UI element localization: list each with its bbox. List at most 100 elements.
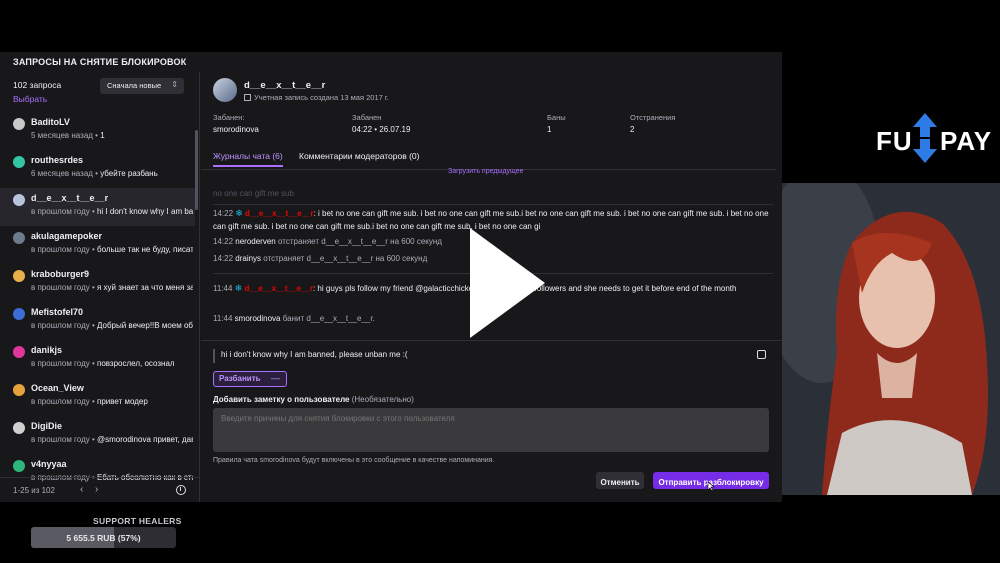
log-moderator: drainys [235,254,262,263]
list-item[interactable]: danikjs в прошлом году • повзрослел, осоз… [0,340,195,378]
list-item[interactable]: Ocean_View в прошлом году • привет модер [0,378,195,416]
goal-title: SUPPORT HEALERS [93,516,182,526]
list-item-time: 5 месяцев назад [31,131,93,140]
stat-key: Забанен [352,113,382,122]
brand-arrows-icon [913,113,937,163]
list-item-sub: в прошлом году • больше так не буду, пис… [31,245,193,254]
tab-mod-comments[interactable]: Комментарии модераторов (0) [299,151,419,161]
list-item[interactable]: kraboburger9 в прошлом году • я хуй знает… [0,264,195,302]
list-item-sub: 6 месяцев назад • убейте разбань [31,169,158,178]
list-item-name: v4nyyaa [31,459,67,469]
next-page-icon[interactable]: › [95,484,98,495]
avatar [13,460,25,472]
list-item-preview: убейте разбань [100,169,158,178]
stat-bans: Баны 1 [547,113,566,134]
list-item-time: 6 месяцев назад [31,169,93,178]
log-divider [213,204,773,205]
brand-right: PAY [940,126,993,156]
list-item-sub: 5 месяцев назад • 1 [31,131,105,140]
list-item-time: в прошлом году [31,435,90,444]
list-item-name: Ocean_View [31,383,84,393]
list-item-time: в прошлом году [31,397,90,406]
list-item-preview: @smorodinova привет, давай [96,435,193,444]
stat-key: Отстранения [630,113,676,122]
stat-banned-by: Забанен: smorodinova [213,113,259,134]
requests-list-panel: 102 запроса Выбрать Сначала новые ⇕ Badi… [0,72,200,502]
play-icon[interactable] [470,228,545,338]
request-message: hi i don't know why I am banned, please … [213,349,768,363]
list-item-name: d__e__x__t__e__r [31,193,109,203]
account-created: Учетная запись создана 13 мая 2017 г. [244,93,389,102]
list-item-sub: в прошлом году • повзрослел, осознал [31,359,175,368]
list-item-preview: 1 [100,131,105,140]
tab-chat-logs[interactable]: Журналы чата (6) [213,151,283,167]
list-item-time: в прошлом году [31,359,90,368]
list-item[interactable]: BaditoLV 5 месяцев назад • 1 [0,112,195,150]
list-item-preview: Добрый вечер!!В моем обращении [96,321,193,330]
request-list: BaditoLV 5 месяцев назад • 1 routhesrdes 6 … [0,112,195,492]
list-item-preview: больше так не буду, писать [96,245,193,254]
account-created-text: Учетная запись создана 13 мая 2017 г. [254,93,389,102]
report-flag-icon[interactable] [757,350,766,359]
note-textarea[interactable] [213,408,769,452]
stat-value: smorodinova [213,125,259,134]
cancel-button[interactable]: Отменить [596,472,644,489]
stat-value: 2 [630,125,635,134]
list-item[interactable]: DigiDie в прошлом году • @smorodinova при… [0,416,195,454]
note-optional: (Необязательно) [351,395,414,404]
prev-page-icon[interactable]: ‹ [80,484,83,495]
list-item[interactable]: routhesrdes 6 месяцев назад • убейте разб… [0,150,195,188]
select-link[interactable]: Выбрать [13,94,47,104]
list-scrollbar[interactable] [195,130,198,210]
app-title: ЗАПРОСЫ НА СНЯТИЕ БЛОКИРОВОК [13,57,187,67]
list-item-name: akulagamepoker [31,231,103,241]
list-item-name: BaditoLV [31,117,70,127]
unban-requests-app: ЗАПРОСЫ НА СНЯТИЕ БЛОКИРОВОК 102 запроса… [0,52,782,502]
log-faded-line: no one can gift me sub [213,189,294,198]
log-time: 14:22 [213,254,234,263]
stat-value: 1 [547,125,552,134]
list-item-sub: в прошлом году • я хуй знает за что меня… [31,283,193,292]
log-moderator: neroderven [235,237,276,246]
badge-icon: ❄ [235,208,243,218]
list-item-name: Mefistofel70 [31,307,84,317]
list-item-name: routhesrdes [31,155,84,165]
list-item[interactable]: d__e__x__t__e__r в прошлом году • hi I do… [0,188,195,226]
list-item[interactable]: Mefistofel70 в прошлом году • Добрый вече… [0,302,195,340]
load-previous-link[interactable]: Загрузить предыдущее [448,168,524,175]
list-item[interactable]: akulagamepoker в прошлом году • больше та… [0,226,195,264]
log-time: 11:44 [213,284,233,293]
badge-icon: ❄ [234,283,243,293]
sort-dropdown[interactable]: Сначала новые ⇕ [100,78,184,94]
unban-extra: — [271,373,280,383]
list-item-time: в прошлом году [31,283,90,292]
list-item-sub: в прошлом году • привет модер [31,397,148,406]
list-item-preview: привет модер [96,397,148,406]
list-item-preview: я хуй знает за что меня забанили [96,283,193,292]
list-item-name: kraboburger9 [31,269,90,279]
brand-left: FU [876,126,913,156]
request-count: 102 запроса [13,80,62,90]
clock-icon[interactable] [176,485,186,495]
detail-username[interactable]: d__e__x__t__e__r [244,80,325,91]
log-username[interactable]: d__e__x__t__e__r [245,209,314,218]
list-item-name: danikjs [31,345,63,355]
log-time: 14:22 [213,209,234,218]
list-item-preview: hi I don't know why I am banned [96,207,193,216]
user-avatar [213,78,237,102]
log-username[interactable]: d__e__x__t__e__r [244,284,313,293]
stat-key: Баны [547,113,566,122]
stat-key: Забанен: [213,113,245,122]
list-item-name: DigiDie [31,421,63,431]
avatar [13,118,25,130]
note-label: Добавить заметку о пользователе (Необяза… [213,395,414,404]
avatar [13,270,25,282]
avatar [13,422,25,434]
unban-button[interactable]: Разбанить — [213,371,287,387]
avatar [13,346,25,358]
stat-banned-at: Забанен 04:22 • 26.07.19 [352,113,410,134]
goal-amount: 5 655.5 RUB (57%) [66,533,141,543]
sort-label: Сначала новые [107,81,162,90]
list-item-sub: в прошлом году • @smorodinova привет, да… [31,435,193,444]
avatar [13,232,25,244]
